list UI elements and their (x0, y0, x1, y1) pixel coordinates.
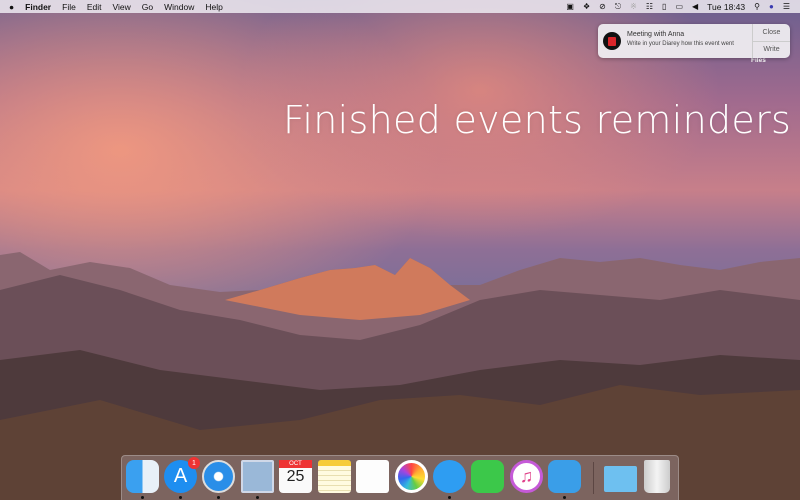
notification-center-icon[interactable]: ☰ (783, 2, 790, 11)
headline-text: Finished events reminders (283, 98, 792, 142)
wifi-icon[interactable]: ☷ (646, 2, 653, 11)
dock-itunes-icon[interactable]: ♫ (510, 460, 543, 493)
sync-icon[interactable]: ⎋ (615, 2, 621, 11)
dock-messages-icon[interactable] (433, 460, 466, 493)
dock-trash-icon[interactable] (644, 460, 670, 493)
battery-icon[interactable]: ▯ (662, 2, 666, 11)
dock-safari-icon[interactable] (202, 460, 235, 493)
dock-finder-icon[interactable] (126, 460, 159, 493)
dock-folder-icon[interactable] (604, 466, 637, 492)
desktop-wallpaper (0, 0, 800, 500)
menu-window[interactable]: Window (164, 2, 194, 12)
diary-icon[interactable]: ▣ (566, 2, 574, 11)
dock-calendar-icon[interactable]: OCT 25 (279, 460, 312, 493)
siri-icon[interactable]: ● (769, 2, 774, 11)
clock-text[interactable]: Tue 18:43 (707, 2, 745, 12)
apple-menu-icon[interactable]: ● (9, 2, 14, 12)
desktop-item-files[interactable]: Files (751, 57, 766, 64)
calendar-day: 25 (286, 468, 305, 485)
dock-app-store-icon[interactable]: A1 (164, 457, 200, 493)
notification-banner[interactable]: Meeting with Anna Write in your Diarey h… (598, 24, 790, 58)
dropbox-icon[interactable]: ❖ (583, 2, 590, 11)
dock: A1 OCT 25 ♫ (121, 455, 679, 500)
bluetooth-icon[interactable]: ※ (630, 2, 637, 11)
menu-help[interactable]: Help (205, 2, 222, 12)
menu-view[interactable]: View (112, 2, 130, 12)
menu-edit[interactable]: Edit (87, 2, 102, 12)
dock-tweetbot-icon[interactable] (548, 460, 581, 493)
airplay-icon[interactable]: ▭ (675, 2, 683, 11)
dock-reminders-icon[interactable] (356, 460, 389, 493)
menu-app-finder[interactable]: Finder (25, 2, 51, 12)
notification-title: Meeting with Anna (627, 31, 685, 38)
write-button[interactable]: Write (753, 42, 790, 59)
menu-go[interactable]: Go (142, 2, 153, 12)
dock-mail-icon[interactable] (241, 460, 274, 493)
close-button[interactable]: Close (753, 24, 790, 42)
menu-file[interactable]: File (62, 2, 76, 12)
calendar-month: OCT (279, 460, 312, 468)
volume-icon[interactable]: ◀ (692, 2, 698, 11)
dock-separator (593, 462, 594, 494)
menu-bar: ● Finder File Edit View Go Window Help ▣… (0, 0, 800, 13)
app-store-badge: 1 (188, 457, 200, 469)
dock-photos-icon[interactable] (395, 460, 428, 493)
diary-app-icon (603, 32, 621, 50)
dock-facetime-icon[interactable] (471, 460, 504, 493)
dock-notes-icon[interactable] (318, 460, 351, 493)
search-icon[interactable]: ⚲ (754, 2, 760, 11)
clock-icon[interactable]: ⊘ (599, 2, 606, 11)
notification-body: Write in your Diarey how this event went (627, 41, 734, 47)
